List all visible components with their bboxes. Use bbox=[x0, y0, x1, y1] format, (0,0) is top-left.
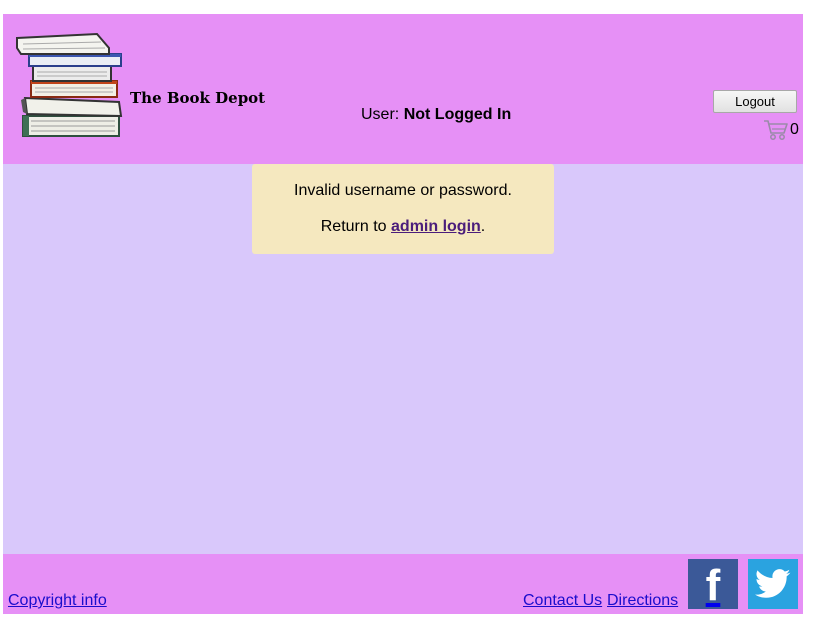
admin-login-link[interactable]: admin login bbox=[391, 218, 481, 235]
site-footer: Copyright info Contact Us Directions f bbox=[3, 554, 803, 614]
message-box: Invalid username or password. Return to … bbox=[252, 164, 554, 254]
twitter-button[interactable] bbox=[748, 559, 798, 609]
facebook-icon: f bbox=[705, 561, 721, 609]
main-content: Invalid username or password. Return to … bbox=[3, 164, 803, 554]
logout-button[interactable]: Logout bbox=[713, 90, 797, 113]
error-message: Invalid username or password. bbox=[294, 182, 512, 199]
user-status-value: Not Logged In bbox=[403, 106, 512, 123]
facebook-button[interactable]: f bbox=[688, 559, 738, 609]
site-header: The Book Depot User: Not Logged In Logou… bbox=[3, 14, 803, 164]
shopping-cart-icon[interactable] bbox=[763, 119, 789, 141]
book-stack-logo bbox=[16, 32, 123, 137]
user-status: User: Not Logged In bbox=[361, 106, 511, 124]
user-label: User: bbox=[361, 106, 400, 123]
cart[interactable]: 0 bbox=[763, 119, 799, 141]
cart-count: 0 bbox=[790, 121, 799, 138]
return-prefix: Return to bbox=[320, 218, 392, 235]
directions-link[interactable]: Directions bbox=[607, 592, 678, 610]
contact-link[interactable]: Contact Us bbox=[523, 592, 602, 610]
copyright-link[interactable]: Copyright info bbox=[8, 592, 107, 610]
return-line: Return to admin login. bbox=[252, 218, 554, 236]
return-suffix: . bbox=[480, 218, 486, 235]
twitter-icon bbox=[755, 569, 791, 598]
site-title: The Book Depot bbox=[130, 89, 266, 107]
